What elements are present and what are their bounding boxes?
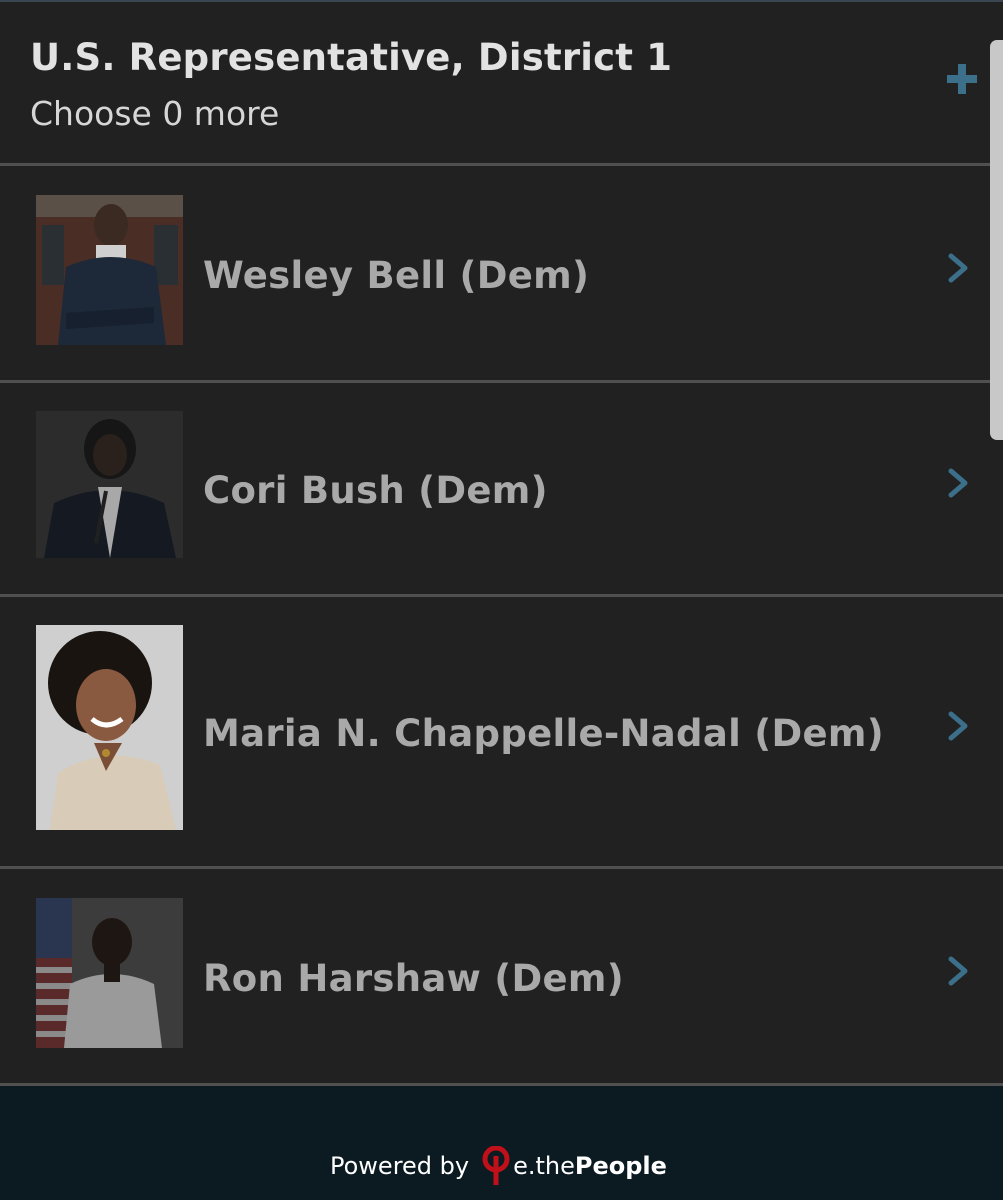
candidate-photo	[36, 411, 183, 558]
powered-by-label: Powered by	[330, 1152, 470, 1180]
race-subtitle: Choose 0 more	[30, 94, 280, 133]
ethepeople-logo-icon	[482, 1146, 510, 1185]
chevron-right-icon[interactable]	[946, 467, 970, 499]
race-header[interactable]: U.S. Representative, District 1 Choose 0…	[0, 2, 1003, 163]
candidate-row-ron-harshaw[interactable]: Ron Harshaw (Dem)	[0, 869, 1003, 1083]
chevron-right-icon[interactable]	[946, 955, 970, 987]
candidate-name: Maria N. Chappelle-Nadal (Dem)	[203, 712, 884, 755]
candidate-photo	[36, 625, 183, 830]
candidate-row-wesley-bell[interactable]: Wesley Bell (Dem)	[0, 166, 1003, 380]
candidate-name: Cori Bush (Dem)	[203, 469, 548, 512]
scrollbar-thumb[interactable]	[990, 40, 1003, 440]
chevron-right-icon[interactable]	[946, 710, 970, 742]
chevron-right-icon[interactable]	[946, 252, 970, 284]
candidate-photo	[36, 195, 183, 345]
candidate-photo	[36, 898, 183, 1048]
brand-name-prefix: e.the	[513, 1152, 575, 1180]
powered-by[interactable]: Powered by e.the People	[330, 1146, 667, 1186]
ballot-page: U.S. Representative, District 1 Choose 0…	[0, 0, 1003, 1200]
candidate-name: Wesley Bell (Dem)	[203, 254, 590, 297]
plus-icon[interactable]	[945, 62, 979, 96]
race-title: U.S. Representative, District 1	[30, 36, 673, 79]
candidate-name: Ron Harshaw (Dem)	[203, 957, 624, 1000]
footer: Powered by e.the People	[0, 1086, 1003, 1200]
brand-name-strong: People	[574, 1152, 667, 1180]
candidate-row-cori-bush[interactable]: Cori Bush (Dem)	[0, 383, 1003, 594]
candidate-row-maria-chappelle-nadal[interactable]: Maria N. Chappelle-Nadal (Dem)	[0, 597, 1003, 866]
